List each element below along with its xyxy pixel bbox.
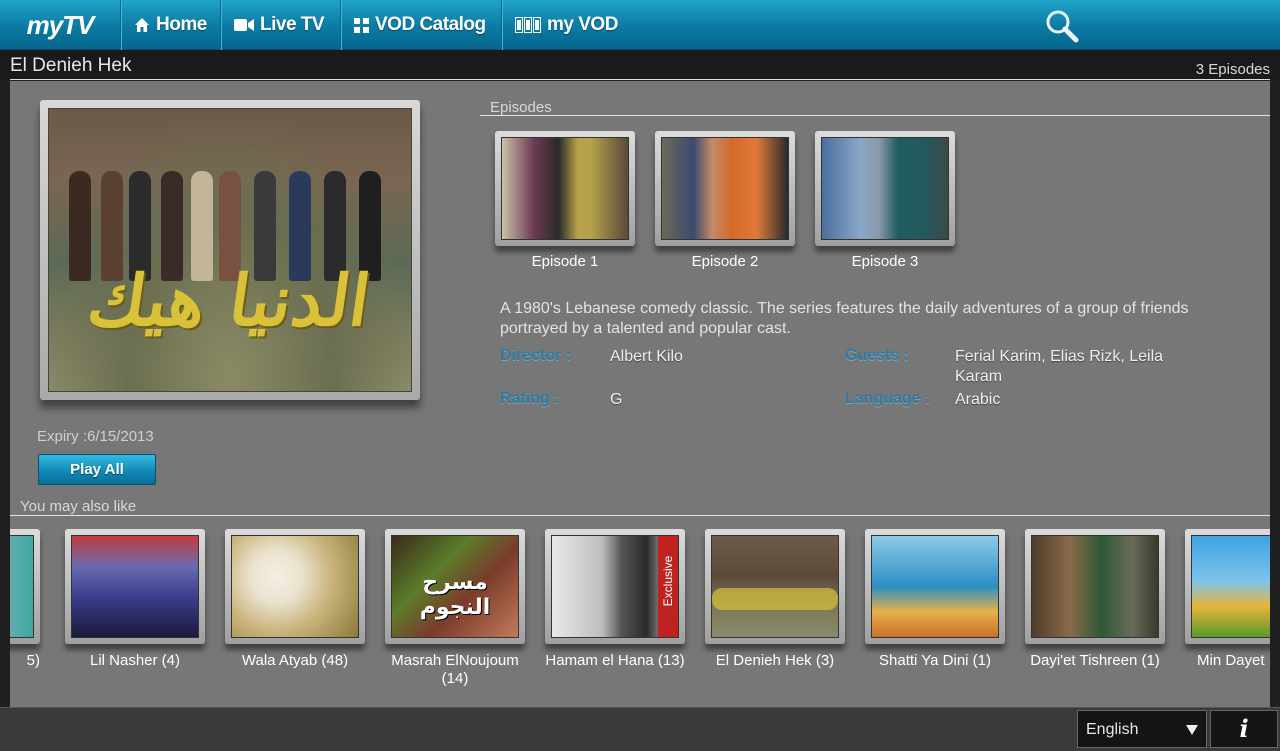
rec-item-masrah-elnoujoum[interactable]: مسرح النجوم Masrah ElNoujoum (14) [385,529,525,688]
rec-item-min-dayet[interactable]: Min Dayet [1185,529,1270,670]
rec-thumb-6 [865,529,1005,644]
home-icon [134,17,150,33]
guests-label: Guests : [845,347,910,364]
rec-thumb-2 [225,529,365,644]
title-row: El Denieh Hek 3 Episodes [0,50,1280,80]
rec-item-shatti-ya-dini[interactable]: Shatti Ya Dini (1) [865,529,1005,670]
play-all-button[interactable]: Play All [38,454,156,485]
nav-my-vod[interactable]: my VOD [501,0,636,50]
nav-home[interactable]: Home [120,0,220,50]
recommendations-heading: You may also like [20,498,137,515]
search-icon [1046,10,1079,43]
rec-image-1 [71,535,199,638]
show-title: El Denieh Hek [10,55,132,76]
guests-value: Ferial Karim, Elias Rizk, Leila Karam [955,348,1164,385]
rec-thumb-4: Exclusive [545,529,685,644]
episode-2-image [661,137,789,240]
rec-item-lil-nasher[interactable]: Lil Nasher (4) [65,529,205,670]
grid-icon [354,17,369,33]
nav-live-tv-label: Live TV [260,14,325,35]
detail-panel: الدنيا هيك Expiry :6/15/2013 Play All Ep… [10,81,1270,707]
show-poster-frame[interactable]: الدنيا هيك [40,100,420,400]
expiry-date: Expiry :6/15/2013 [37,428,154,445]
rec-thumb-3: مسرح النجوم [385,529,525,644]
poster-title-art: الدنيا هيك [82,259,376,342]
rec-image-0 [10,535,34,638]
rec-image-2 [231,535,359,638]
rec-label-8: Min Dayet [1197,652,1265,669]
rec-label-7: Dayi'et Tishreen (1) [1030,652,1160,669]
episodes-divider [480,115,1270,116]
logo-text: myTV [26,9,95,40]
rec-thumb-1 [65,529,205,644]
rating-label: Rating : [500,390,560,407]
nav-vod-catalog-label: VOD Catalog [375,14,486,35]
rec-image-7 [1031,535,1159,638]
rec-label-6: Shatti Ya Dini (1) [879,652,991,669]
masrah-title-art: مسرح النجوم [419,570,491,620]
rec-item-dayiet-tishreen[interactable]: Dayi'et Tishreen (1) [1025,529,1165,670]
rec-thumb-7 [1025,529,1165,644]
rec-label-4: Hamam el Hana (13) [545,652,685,669]
rating-value: G [610,391,623,408]
title-divider [10,79,1270,80]
rec-item-wala-atyab[interactable]: Wala Atyab (48) [225,529,365,670]
nav-home-label: Home [156,14,207,35]
nav-vod-catalog[interactable]: VOD Catalog [340,0,501,50]
search-button[interactable] [1044,8,1080,44]
episodes-heading: Episodes [490,99,552,116]
info-icon: i [1239,714,1249,743]
director-label: Director : [500,347,572,364]
recommendations-carousel[interactable]: 5) Lil Nasher (4) Wala Atyab (48) مسرح ا… [10,529,1270,699]
episode-1-label[interactable]: Episode 1 [495,253,635,270]
rec-label-5: El Denieh Hek (3) [715,652,835,669]
rec-item-hamam-el-hana[interactable]: Exclusive Hamam el Hana (13) [545,529,685,670]
rec-item-el-denieh-hek[interactable]: El Denieh Hek (3) [705,529,845,670]
rec-image-5 [711,535,839,638]
rec-image-6 [871,535,999,638]
rec-thumb-8 [1185,529,1270,644]
rec-item-0[interactable]: 5) [10,529,40,670]
nav-my-vod-label: my VOD [547,14,618,35]
recommendations-divider [10,515,1270,516]
language-select[interactable]: English [1077,710,1207,748]
episode-1-thumbnail[interactable] [495,131,635,246]
rec-image-8 [1191,535,1270,638]
language-value: Arabic [955,391,1001,408]
episode-2-thumbnail[interactable] [655,131,795,246]
film-strip-icon [515,17,541,33]
episode-2-label[interactable]: Episode 2 [655,253,795,270]
nav-live-tv[interactable]: Live TV [220,0,340,50]
rec-label-3: Masrah ElNoujoum (14) [391,652,519,687]
episode-3-thumbnail[interactable] [815,131,955,246]
exclusive-badge: Exclusive [661,555,675,607]
director-value: Albert Kilo [610,348,683,365]
bottom-bar: English i [0,707,1280,751]
rec-label-2: Wala Atyab (48) [241,652,349,669]
episode-count: 3 Episodes [1195,61,1270,78]
episode-1-image [501,137,629,240]
rec-thumb-5 [705,529,845,644]
language-select-value: English [1086,721,1139,738]
show-description: A 1980's Lebanese comedy classic. The se… [500,300,1189,337]
episode-3-label[interactable]: Episode 3 [815,253,955,270]
rec-label-0: 5) [26,652,40,669]
dropdown-arrow-icon [1186,725,1198,735]
rec-thumb-0 [10,529,40,644]
video-camera-icon [234,18,254,32]
show-poster: الدنيا هيك [48,108,412,392]
info-button[interactable]: i [1210,710,1278,748]
rec-image-3: مسرح النجوم [391,535,519,638]
mytv-logo[interactable]: myTV [0,0,120,50]
language-label: Language : [845,390,931,407]
top-nav-bar: myTV Home Live TV VOD Catalog my VOD [0,0,1280,50]
episode-3-image [821,137,949,240]
rec-label-1: Lil Nasher (4) [89,652,181,669]
rec-image-4: Exclusive [551,535,679,638]
